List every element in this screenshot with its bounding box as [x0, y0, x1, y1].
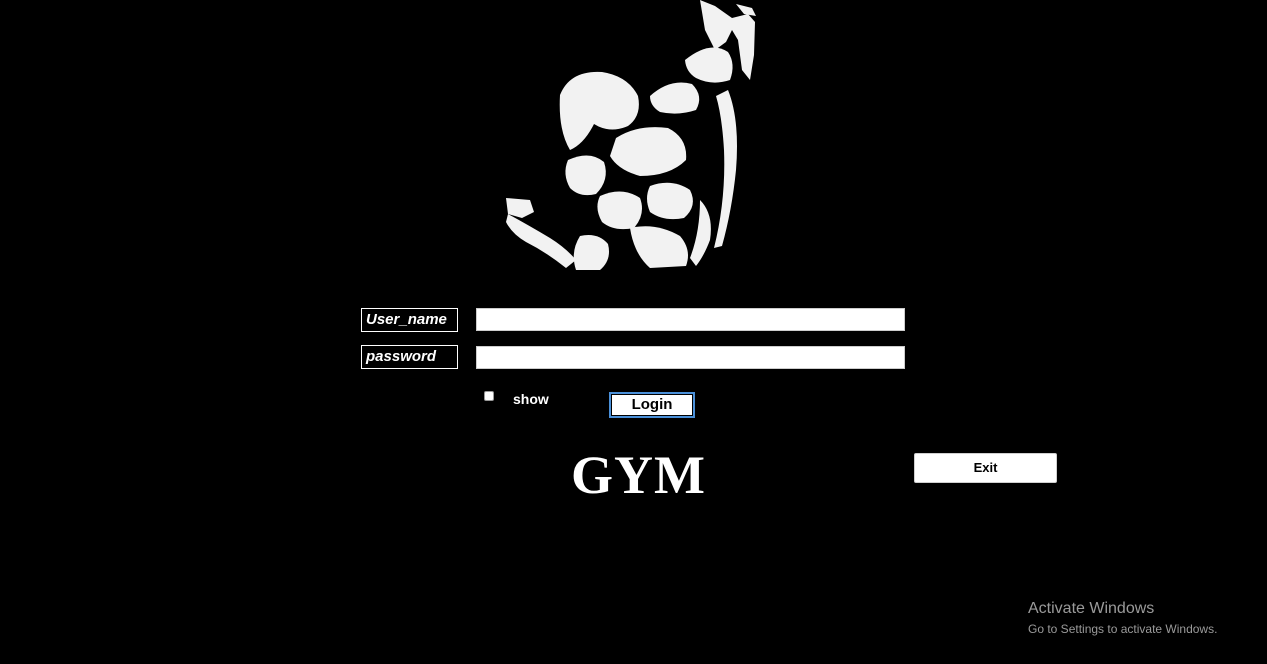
windows-activation-watermark: Activate Windows Go to Settings to activ…	[1028, 598, 1217, 638]
gym-title: GYM	[571, 445, 706, 505]
login-button[interactable]: Login	[609, 392, 695, 418]
show-password-checkbox[interactable]	[484, 391, 494, 401]
password-input[interactable]	[476, 346, 905, 369]
bodybuilder-logo-icon	[506, 0, 756, 270]
username-input[interactable]	[476, 308, 905, 331]
password-label: password	[361, 345, 458, 369]
show-password-label: show	[513, 391, 549, 407]
watermark-title: Activate Windows	[1028, 600, 1155, 617]
watermark-subtitle: Go to Settings to activate Windows.	[1028, 622, 1218, 636]
username-label: User_name	[361, 308, 458, 332]
exit-button[interactable]: Exit	[914, 453, 1057, 483]
